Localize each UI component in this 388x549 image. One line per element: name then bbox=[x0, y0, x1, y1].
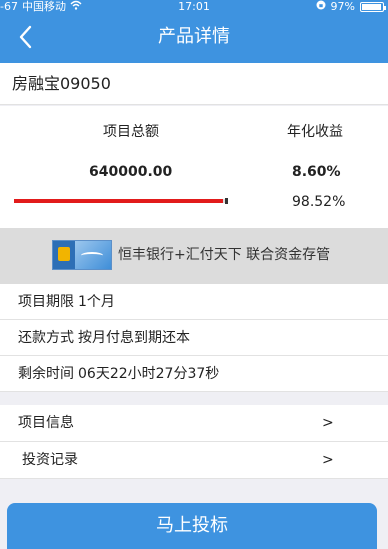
chevron-right-icon: > bbox=[322, 415, 334, 431]
investment-records-label: 投资记录 bbox=[22, 452, 78, 468]
project-info-label: 项目信息 bbox=[18, 415, 74, 431]
bank-custody-text: 恒丰银行+汇付天下 联合资金存管 bbox=[118, 247, 331, 263]
chevron-right-icon: > bbox=[322, 452, 334, 468]
top-bar: -67 中国移动 17:01 97% 产品详情 bbox=[0, 0, 388, 63]
total-amount-value: 640000.00 bbox=[89, 164, 173, 180]
bank-logo bbox=[52, 240, 112, 270]
invest-now-button[interactable]: 马上投标 bbox=[7, 503, 377, 549]
payment-logo-emblem bbox=[75, 241, 111, 269]
repayment-row: 还款方式 按月付息到期还本 bbox=[0, 320, 388, 356]
progress-fill bbox=[14, 199, 223, 203]
bank-logo-emblem bbox=[53, 241, 75, 269]
term-row: 项目期限 1个月 bbox=[0, 284, 388, 320]
stats-panel: 项目总额 年化收益 640000.00 8.60% 98.52% bbox=[0, 106, 388, 228]
term-value: 1个月 bbox=[78, 294, 115, 310]
annual-rate-value: 8.60% bbox=[292, 164, 341, 180]
total-amount-label: 项目总额 bbox=[103, 124, 159, 140]
orientation-lock-icon bbox=[316, 0, 326, 14]
product-name: 房融宝09050 bbox=[12, 74, 111, 93]
remaining-time-value: 06天22小时27分37秒 bbox=[78, 366, 220, 382]
section-divider bbox=[0, 393, 388, 405]
bank-custody-banner: 恒丰银行+汇付天下 联合资金存管 bbox=[0, 228, 388, 284]
progress-bar bbox=[14, 198, 228, 204]
project-info-list: 项目期限 1个月 还款方式 按月付息到期还本 剩余时间 06天22小时27分37秒 bbox=[0, 284, 388, 392]
project-info-link[interactable]: 项目信息 > bbox=[0, 405, 388, 442]
battery-percent: 97% bbox=[330, 0, 355, 13]
repayment-label: 还款方式 bbox=[18, 330, 74, 346]
detail-links: 项目信息 > 投资记录 > bbox=[0, 405, 388, 479]
remaining-time-label: 剩余时间 bbox=[18, 366, 74, 382]
battery-icon bbox=[360, 2, 386, 12]
investment-records-link[interactable]: 投资记录 > bbox=[0, 442, 388, 479]
product-name-row: 房融宝09050 bbox=[0, 63, 388, 105]
repayment-value: 按月付息到期还本 bbox=[78, 330, 190, 346]
remaining-time-row: 剩余时间 06天22小时27分37秒 bbox=[0, 356, 388, 392]
progress-end-cap bbox=[225, 198, 228, 204]
status-right: 97% bbox=[316, 0, 386, 14]
progress-percent: 98.52% bbox=[292, 194, 346, 210]
annual-rate-label: 年化收益 bbox=[287, 124, 343, 140]
status-bar: -67 中国移动 17:01 97% bbox=[0, 0, 388, 14]
term-label: 项目期限 bbox=[18, 294, 74, 310]
page-title: 产品详情 bbox=[158, 26, 230, 47]
